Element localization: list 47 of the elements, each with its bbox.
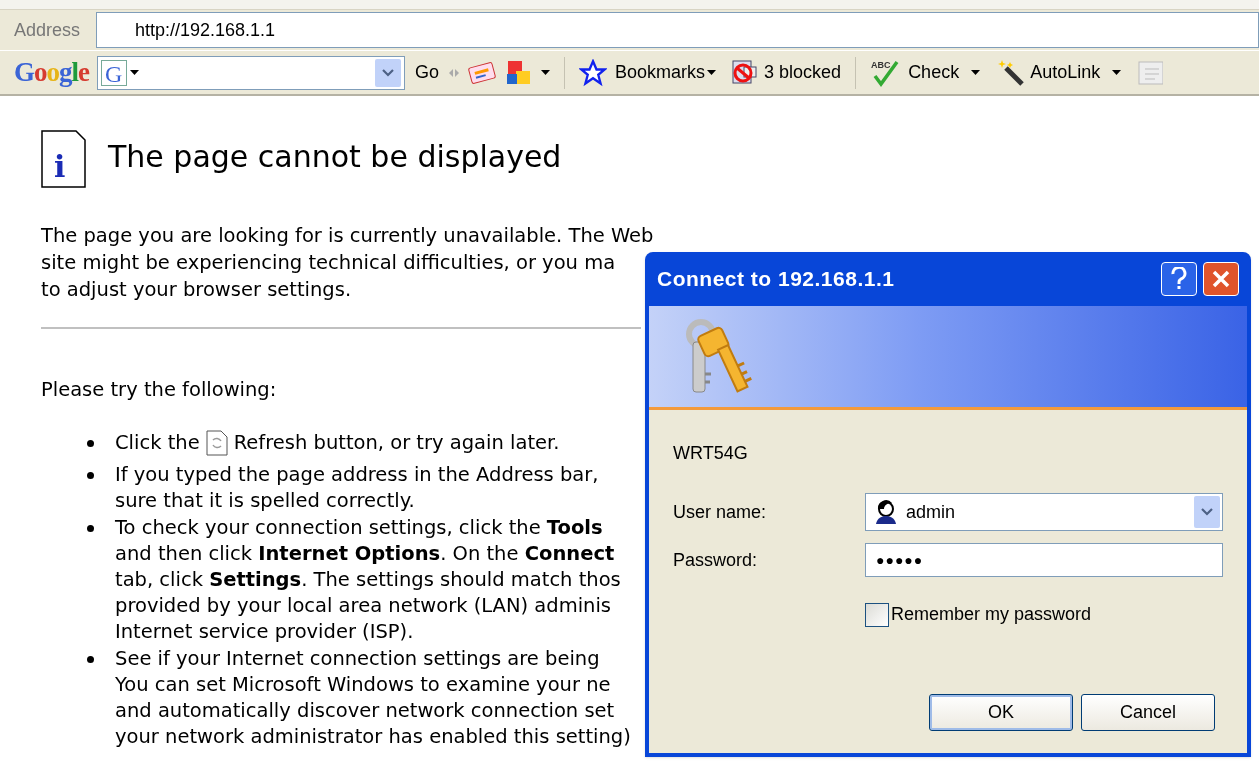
bookmarks-menu[interactable]: Bookmarks [615,59,717,86]
popup-blocker-button[interactable]: 3 blocked [730,58,842,87]
username-combobox[interactable]: admin [865,493,1223,531]
cancel-button[interactable]: Cancel [1081,694,1215,731]
username-value: admin [906,500,957,524]
google-search-field[interactable]: G [97,55,405,90]
bullet-icon [87,440,94,448]
ok-button[interactable]: OK [929,694,1073,731]
go-button[interactable]: Go [413,59,442,86]
g-logo-icon: G [101,59,127,86]
spell-check-button[interactable]: ABC Check [870,57,981,88]
error-description: The page you are looking for is currently unavailable. The Web site might be experiencing technical difficulties, or you ma to adjust your browser settings. [41,223,654,303]
list-text: If you typed the page address in the Address bar, sure that it is spelled correctly. [115,462,599,515]
password-label: Password: [673,548,759,572]
dropdown-caret-icon [971,70,981,75]
list-text: To check your connection settings, click the Tools and then click Internet Options. On the Connect tab, click Settings. The settings should match thos provided by your local area network (LAN) adminis Internet service provider (ISP). [115,515,621,646]
bullet-icon [87,656,94,664]
list-text: See if your Internet connection settings are being You can set Microsoft Windows to examine your ne and automatically discover network connection set your network administrator has enabled this setting) [115,646,631,751]
help-button[interactable] [1161,262,1197,296]
info-icon: i [41,130,86,188]
close-icon [1211,269,1231,289]
autolink-button[interactable]: AutoLink [996,57,1122,88]
dialog-title: Connect to 192.168.1.1 [657,266,896,293]
refresh-page-icon [205,430,228,457]
remember-checkbox[interactable] [865,602,889,627]
dropdown-caret-icon [1112,70,1122,75]
google-logo: Google [14,56,89,90]
user-icon [874,500,896,524]
password-field[interactable]: ●●●●● [865,543,1223,577]
list-text: Refresh button, or try again later. [233,430,560,457]
address-label: Address [14,18,82,42]
list-text: Click the [115,430,200,457]
realm-text: WRT54G [673,442,749,465]
dropdown-caret-icon [130,70,139,75]
address-field[interactable]: http://192.168.1.1 [96,12,1259,48]
dropdown-caret-icon [541,70,551,75]
error-title: The page cannot be displayed [108,137,562,176]
close-button[interactable] [1203,262,1239,296]
separator-grip-icon [449,67,460,78]
username-label: User name: [673,500,768,524]
bullet-icon [87,525,94,533]
remember-label: Remember my password [891,603,1092,626]
suggestions-heading: Please try the following: [41,377,278,403]
bullet-icon [87,472,94,480]
dropdown-caret-icon [707,70,717,75]
question-mark-icon [1171,267,1187,291]
star-icon[interactable] [579,58,608,87]
